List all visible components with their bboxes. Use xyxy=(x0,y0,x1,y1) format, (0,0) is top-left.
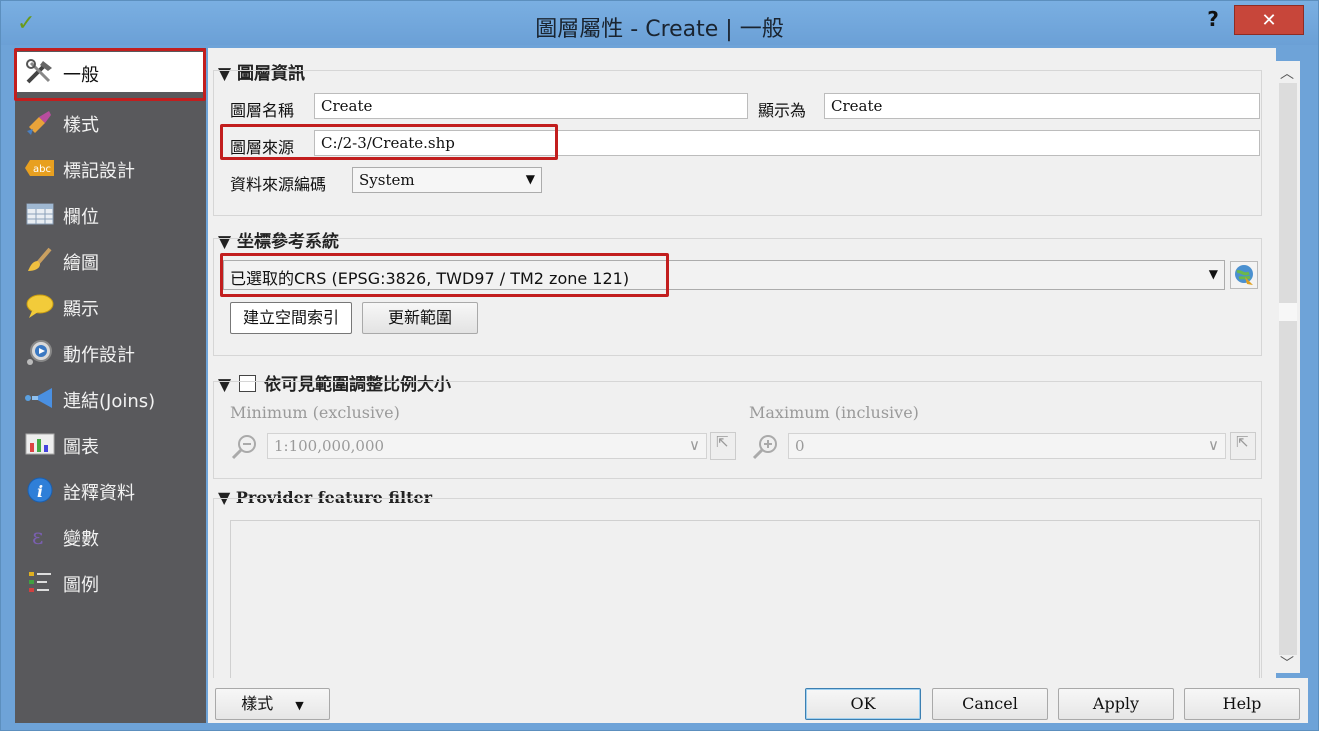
globe-icon xyxy=(1235,265,1253,285)
info-icon: i xyxy=(23,476,57,504)
vertical-scrollbar[interactable]: ︿ ﹀ xyxy=(1276,61,1300,673)
sidebar-item-diagrams[interactable]: 圖表 xyxy=(15,424,206,464)
sidebar-item-label: 詮釋資料 xyxy=(63,483,135,504)
svg-text:ε: ε xyxy=(32,525,43,549)
table-icon xyxy=(23,200,57,228)
dropdown-arrow-icon: ▼ xyxy=(1208,267,1218,281)
scroll-down-icon[interactable]: ﹀ xyxy=(1280,653,1294,673)
close-button[interactable]: ✕ xyxy=(1234,5,1304,35)
crs-selector-button[interactable] xyxy=(1230,261,1258,289)
sidebar-item-label: 圖表 xyxy=(63,437,99,458)
encoding-select[interactable]: System ▼ xyxy=(352,167,542,193)
window-title: 圖層屬性 - Create | 一般 xyxy=(535,17,784,42)
sidebar-item-metadata[interactable]: i 詮釋資料 xyxy=(15,470,206,510)
create-spatial-index-button[interactable]: 建立空間索引 xyxy=(230,302,352,334)
title-bar: ✓ 圖層屬性 - Create | 一般 ? ✕ xyxy=(1,1,1318,45)
encoding-label: 資料來源編碼 xyxy=(230,175,327,194)
apply-button[interactable]: Apply xyxy=(1058,688,1174,720)
sidebar-item-labels[interactable]: abc 標記設計 xyxy=(15,148,206,188)
chart-icon xyxy=(23,430,57,458)
current-scale-button[interactable]: ⇱ xyxy=(710,432,736,460)
sidebar-item-display[interactable]: 顯示 xyxy=(15,286,206,326)
style-menu-button[interactable]: 樣式 ▼ xyxy=(215,688,330,720)
highlight-box xyxy=(220,253,669,297)
layer-name-field[interactable]: Create xyxy=(314,93,748,119)
speech-bubble-icon xyxy=(23,292,57,320)
sidebar-item-label: 變數 xyxy=(63,529,99,550)
join-icon xyxy=(23,384,57,412)
zoom-in-icon xyxy=(751,432,781,466)
sidebar-item-label: 樣式 xyxy=(63,115,99,136)
current-scale-button[interactable]: ⇱ xyxy=(1230,432,1256,460)
dropdown-arrow-icon: ▼ xyxy=(295,699,304,712)
sidebar-item-label: 標記設計 xyxy=(63,161,135,182)
abc-label-icon: abc xyxy=(23,154,57,182)
sidebar-item-label: 顯示 xyxy=(63,299,99,320)
ok-button[interactable]: OK xyxy=(805,688,921,720)
highlight-box xyxy=(220,124,558,160)
sidebar-item-variables[interactable]: ε 變數 xyxy=(15,516,206,556)
update-extent-button[interactable]: 更新範圍 xyxy=(362,302,478,334)
display-as-field[interactable]: Create xyxy=(824,93,1260,119)
sidebar-item-label: 動作設計 xyxy=(63,345,135,366)
maximum-scale-select[interactable]: 0 ∨ xyxy=(788,433,1226,459)
sidebar-item-label: 繪圖 xyxy=(63,253,99,274)
action-gear-icon xyxy=(23,338,57,366)
scroll-up-icon[interactable]: ︿ xyxy=(1280,63,1294,83)
svg-text:abc: abc xyxy=(33,164,51,175)
svg-text:i: i xyxy=(37,482,43,501)
dropdown-arrow-icon: ▼ xyxy=(525,172,535,186)
dropdown-arrow-icon: ∨ xyxy=(689,436,700,454)
layer-name-label: 圖層名稱 xyxy=(230,101,295,120)
provider-filter-textbox[interactable] xyxy=(230,520,1260,683)
scroll-marker xyxy=(1279,303,1297,321)
sidebar-item-label: 連結(Joins) xyxy=(63,391,156,412)
zoom-out-icon xyxy=(230,432,260,466)
sidebar-item-actions[interactable]: 動作設計 xyxy=(15,332,206,372)
minimum-scale-select[interactable]: 1:100,000,000 ∨ xyxy=(267,433,707,459)
paintbrush-icon xyxy=(23,246,57,274)
sidebar-item-style[interactable]: 樣式 xyxy=(15,102,206,142)
legend-icon xyxy=(23,568,57,596)
help-button[interactable]: Help xyxy=(1184,688,1300,720)
maximum-scale-label: Maximum (inclusive) xyxy=(749,403,919,422)
sidebar-item-label: 圖例 xyxy=(63,575,99,596)
help-title-button[interactable]: ? xyxy=(1200,7,1226,33)
layer-properties-window: ✓ 圖層屬性 - Create | 一般 ? ✕ 一般 樣式 abc 標記設計 xyxy=(0,0,1319,731)
brush-icon xyxy=(23,108,57,136)
highlight-box xyxy=(14,48,206,101)
scrollbar-thumb[interactable] xyxy=(1279,83,1297,655)
display-as-label: 顯示為 xyxy=(758,101,807,120)
sidebar-item-legend[interactable]: 圖例 xyxy=(15,562,206,602)
minimum-scale-label: Minimum (exclusive) xyxy=(230,403,400,422)
main-panel: ▼ 圖層資訊 圖層名稱 Create 顯示為 Create 圖層來源 C:/2-… xyxy=(208,48,1276,683)
sidebar-item-label: 欄位 xyxy=(63,207,99,228)
sidebar: 一般 樣式 abc 標記設計 欄位 繪圖 顯示 動作設計 連結(Joins) 圖… xyxy=(15,48,206,723)
pointer-icon: ⇱ xyxy=(716,433,729,451)
dropdown-arrow-icon: ∨ xyxy=(1208,436,1219,454)
scale-visibility-group xyxy=(213,381,1262,479)
pointer-icon: ⇱ xyxy=(1236,433,1249,451)
cancel-button[interactable]: Cancel xyxy=(932,688,1048,720)
variable-icon: ε xyxy=(23,522,57,550)
sidebar-item-fields[interactable]: 欄位 xyxy=(15,194,206,234)
sidebar-item-joins[interactable]: 連結(Joins) xyxy=(15,378,206,418)
sidebar-item-rendering[interactable]: 繪圖 xyxy=(15,240,206,280)
